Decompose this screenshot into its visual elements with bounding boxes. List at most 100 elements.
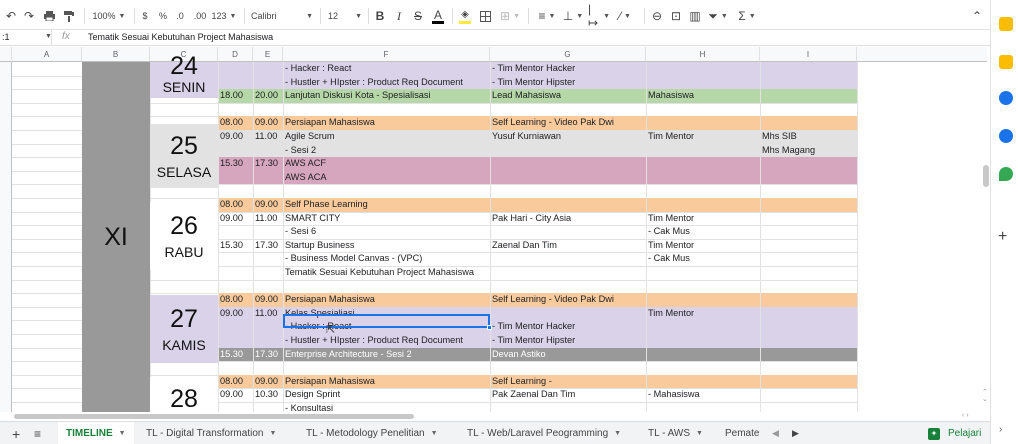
cell-e[interactable]: 20.00 <box>253 89 283 103</box>
cell-g[interactable]: Pak Zaenal Dan Tim <box>490 388 646 402</box>
col-header-h[interactable]: H <box>646 47 760 62</box>
cell-h[interactable] <box>646 280 760 294</box>
scroll-arrows-vertical-icon[interactable]: ⌃ ⌄ <box>982 389 988 403</box>
cell-d[interactable] <box>218 334 253 348</box>
cell-g[interactable]: Lead Mahasiswa <box>490 89 646 103</box>
cell-f[interactable]: - Konsultasi <box>283 402 490 412</box>
cell-e[interactable] <box>253 402 283 412</box>
cell-h[interactable] <box>646 266 760 280</box>
side-panel-toggle-icon[interactable]: › <box>999 424 1002 435</box>
cell-d[interactable]: 15.30 <box>218 239 253 253</box>
cell-g[interactable]: Self Learning - <box>490 375 646 389</box>
cell-d[interactable] <box>218 266 253 280</box>
cell-f[interactable]: Agile Scrum <box>283 130 490 144</box>
font-size-select[interactable]: 12 ▼ <box>328 7 362 25</box>
cell-h[interactable] <box>646 348 760 362</box>
tasks-icon[interactable] <box>999 91 1013 105</box>
cell-g[interactable]: - Tim Mentor Hipster <box>490 76 646 90</box>
cell-f[interactable]: - Hustler + HIpster : Product Req Docume… <box>283 334 490 348</box>
cell-e[interactable] <box>253 361 283 375</box>
cell-i[interactable] <box>760 388 857 402</box>
col-header-i[interactable]: I <box>760 47 857 62</box>
cell-g[interactable] <box>490 157 646 171</box>
contacts-icon[interactable] <box>999 129 1013 143</box>
cell-d[interactable]: 09.00 <box>218 307 253 321</box>
col-header-f[interactable]: F <box>283 47 490 62</box>
tab-digital-transformation[interactable]: TL - Digital Transformation ▼ <box>146 422 276 444</box>
cell-d[interactable] <box>218 76 253 90</box>
cell-d[interactable] <box>218 171 253 185</box>
chart-icon[interactable]: ▥ <box>688 7 702 25</box>
cell-h[interactable] <box>646 144 760 158</box>
cell-i[interactable] <box>760 157 857 171</box>
col-header-a[interactable]: A <box>12 47 82 62</box>
spreadsheet-grid[interactable]: A B C D E F G H I - Hacker : React - Tim … <box>0 47 990 412</box>
cell-f[interactable]: - Business Model Canvas - (VPC) <box>283 252 490 266</box>
cell-g[interactable] <box>490 184 646 198</box>
cell-h[interactable] <box>646 76 760 90</box>
tab-pemate[interactable]: Pemate <box>725 422 763 444</box>
cell-g[interactable] <box>490 225 646 239</box>
cell-e[interactable] <box>253 62 283 76</box>
cell-e[interactable] <box>253 280 283 294</box>
cell-d[interactable]: 15.30 <box>218 157 253 171</box>
calendar-icon[interactable] <box>999 17 1013 31</box>
cell-f[interactable]: Self Phase Learning <box>283 198 490 212</box>
text-wrap-icon[interactable]: |↦ ▼ <box>588 2 610 30</box>
cell-d[interactable]: 08.00 <box>218 198 253 212</box>
cell-f[interactable]: Startup Business <box>283 239 490 253</box>
cell-d[interactable]: 08.00 <box>218 293 253 307</box>
horizontal-align-icon[interactable]: ≡ ▼ <box>536 7 558 25</box>
cell-i[interactable] <box>760 320 857 334</box>
vertical-scrollbar[interactable]: ⌃ ⌄ <box>982 47 990 412</box>
cell-g[interactable]: - Tim Mentor Hacker <box>490 320 646 334</box>
cell-e[interactable] <box>253 76 283 90</box>
cell-i[interactable] <box>760 198 857 212</box>
italic-button[interactable]: I <box>393 7 405 25</box>
cell-i[interactable] <box>760 225 857 239</box>
cell-e[interactable] <box>253 320 283 334</box>
cell-i[interactable] <box>760 116 857 130</box>
cell-f[interactable] <box>283 361 490 375</box>
cell-e[interactable]: 09.00 <box>253 375 283 389</box>
cell-d[interactable] <box>218 144 253 158</box>
cell-e[interactable] <box>253 252 283 266</box>
cell-g[interactable] <box>490 198 646 212</box>
more-formats-button[interactable]: 123 ▼ <box>212 7 237 25</box>
select-all-corner[interactable] <box>0 47 12 62</box>
cell-g[interactable]: Self Learning - Video Pak Dwi <box>490 293 646 307</box>
horizontal-scroll-thumb[interactable] <box>14 414 414 419</box>
cell-f[interactable]: Tematik Sesuai Kebutuhan Project Mahasis… <box>283 266 490 280</box>
cell-d[interactable] <box>218 103 253 117</box>
cell-d[interactable]: 18.00 <box>218 89 253 103</box>
col-header-b[interactable]: B <box>82 47 150 62</box>
cell-d[interactable] <box>218 62 253 76</box>
cell-e[interactable] <box>253 103 283 117</box>
cell-g[interactable] <box>490 307 646 321</box>
cell-h[interactable] <box>646 402 760 412</box>
cell-i[interactable] <box>760 103 857 117</box>
cell-i[interactable] <box>760 266 857 280</box>
cell-e[interactable] <box>253 184 283 198</box>
font-select[interactable]: Calibri ▼ <box>251 7 313 25</box>
cell-e[interactable]: 10.30 <box>253 388 283 402</box>
cell-e[interactable]: 11.00 <box>253 212 283 226</box>
cell-g[interactable]: Zaenal Dan Tim <box>490 239 646 253</box>
text-color-button[interactable]: A <box>431 7 445 25</box>
percent-button[interactable]: % <box>158 7 168 25</box>
borders-icon[interactable] <box>478 7 492 25</box>
redo-icon[interactable]: ↷ <box>22 7 36 25</box>
cell-h[interactable]: Tim Mentor <box>646 239 760 253</box>
cell-d[interactable]: 15.30 <box>218 348 253 362</box>
name-box[interactable]: :1 ▼ <box>0 30 52 45</box>
cell-e[interactable]: 17.30 <box>253 157 283 171</box>
cell-f[interactable]: SMART CITY <box>283 212 490 226</box>
cell-e[interactable]: 09.00 <box>253 116 283 130</box>
cell-g[interactable]: Yusuf Kurniawan <box>490 130 646 144</box>
cell-e[interactable]: 09.00 <box>253 293 283 307</box>
collapse-toolbar-icon[interactable]: ⌃ <box>970 7 984 25</box>
cell-d[interactable] <box>218 225 253 239</box>
cell-f[interactable] <box>283 280 490 294</box>
cell-g[interactable]: - Tim Mentor Hipster <box>490 334 646 348</box>
tab-timeline[interactable]: TIMELINE ▼ <box>58 422 134 444</box>
